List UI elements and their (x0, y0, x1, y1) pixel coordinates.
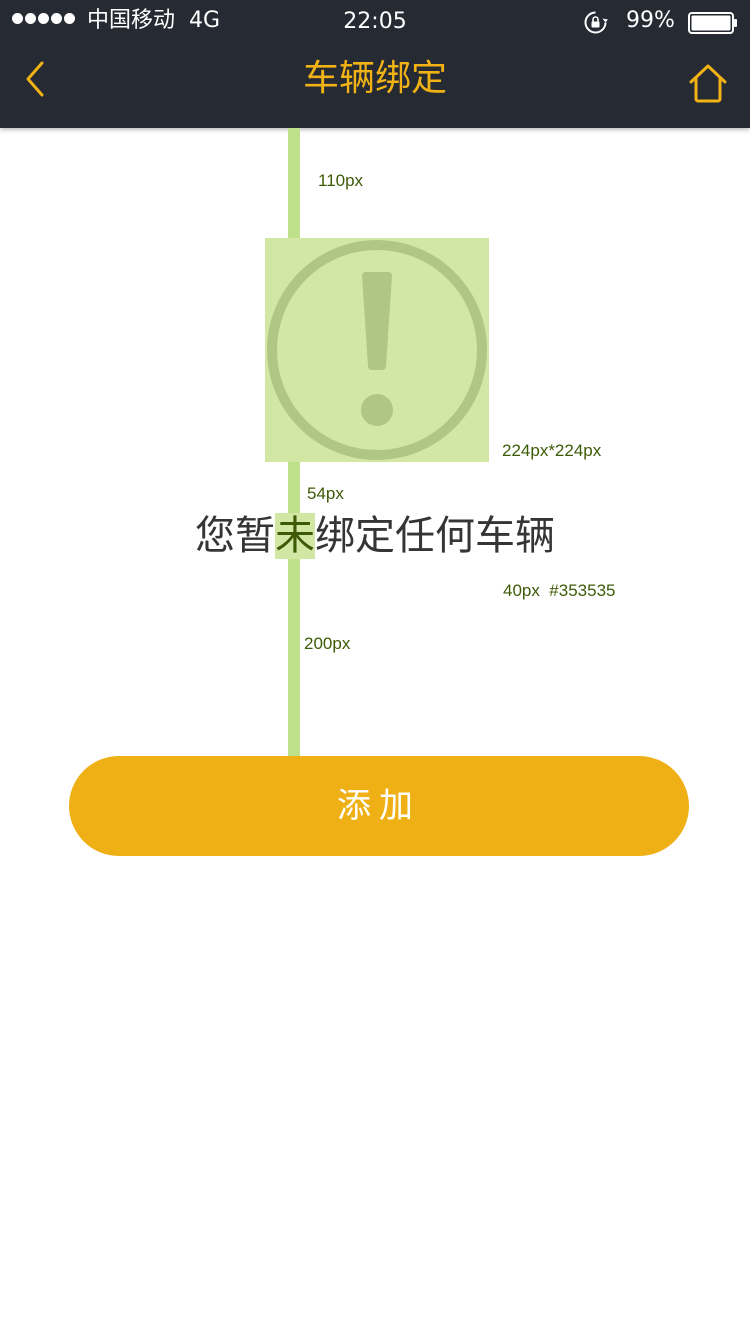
empty-message-part-1: 您暂 (195, 513, 275, 559)
warning-exclamation-icon (267, 240, 487, 460)
rotation-lock-icon (584, 11, 608, 34)
home-icon[interactable] (688, 62, 728, 104)
spec-label-font: 40px #353535 (503, 581, 616, 600)
spacing-guide-top (288, 128, 300, 238)
warning-icon-box (265, 238, 489, 462)
battery-percent: 99% (626, 8, 675, 33)
spacing-guide-icon-text (288, 462, 300, 516)
add-vehicle-button[interactable]: 添加 (69, 756, 689, 856)
empty-message-highlight: 未 (275, 513, 315, 559)
page-title: 车辆绑定 (302, 58, 447, 99)
spacing-guide-text-button (288, 556, 300, 756)
nav-bar: 中国移动 4G 22:05 99% 车辆绑定 (0, 0, 750, 128)
empty-state-message: 您暂未绑定任何车辆 (0, 510, 750, 562)
battery-icon (688, 12, 737, 34)
spec-label-icon-size: 224px*224px (502, 441, 602, 460)
spec-label-top-gap: 110px (318, 171, 364, 190)
spec-label-text-button-gap: 200px (304, 634, 351, 653)
status-bar: 中国移动 4G 22:05 99% (0, 0, 750, 44)
spec-label-icon-text-gap: 54px (307, 484, 344, 503)
empty-message-part-2: 绑定任何车辆 (315, 513, 555, 559)
